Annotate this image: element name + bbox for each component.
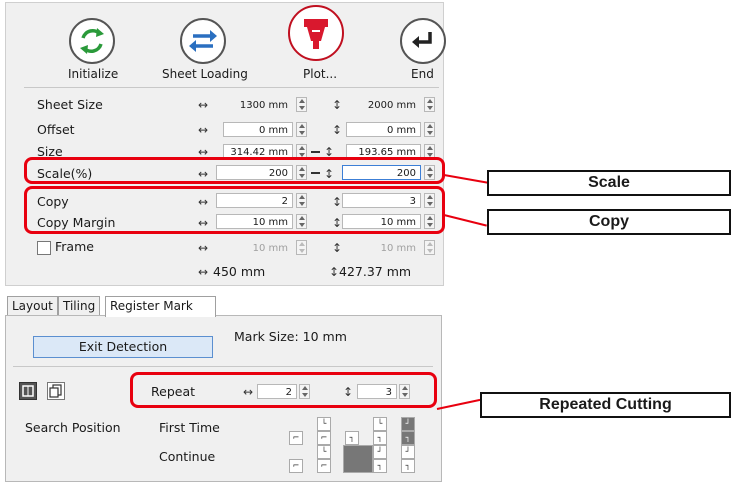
total-width-value: 450 mm [213, 264, 266, 279]
sheet-size-height-field[interactable]: 2000 mm [346, 97, 421, 112]
mark-position-cell-selected[interactable] [343, 445, 373, 473]
initialize-button[interactable] [69, 18, 115, 64]
end-label: End [411, 67, 434, 81]
repeated-cutting-callout: Repeated Cutting [480, 392, 731, 418]
scale-highlight [24, 157, 445, 184]
sheet-size-label: Sheet Size [37, 97, 103, 112]
vertical-arrow-icon: ↕ [332, 241, 343, 255]
horizontal-arrow-icon: ↔ [198, 123, 209, 137]
offset-label: Offset [37, 122, 75, 137]
return-icon [412, 32, 432, 48]
vertical-arrow-icon: ↕ [332, 123, 343, 137]
plot-label: Plot... [303, 67, 338, 81]
offset-y-field[interactable]: 0 mm [346, 122, 421, 137]
offset-x-spinner[interactable] [296, 122, 307, 137]
mark-position-cell[interactable]: ┘ [401, 445, 415, 459]
mark-position-cell[interactable]: └ [317, 417, 331, 431]
register-mark-grid-icon [22, 385, 34, 397]
mark-position-cell[interactable]: ⌐ [289, 431, 303, 445]
copy-pages-icon [49, 384, 62, 398]
mark-mode-button-1[interactable] [19, 382, 37, 400]
tab-tiling[interactable]: Tiling [58, 296, 101, 315]
exit-detection-button[interactable]: Exit Detection [33, 336, 213, 358]
swap-arrows-icon [189, 30, 217, 52]
end-button[interactable] [400, 18, 446, 64]
scale-callout: Scale [487, 170, 731, 196]
horizontal-arrow-icon: ↔ [198, 265, 209, 279]
repeated-cutting-pointer-line [436, 398, 481, 410]
refresh-icon [80, 28, 104, 54]
frame-checkbox[interactable] [37, 241, 51, 255]
offset-y-spinner[interactable] [424, 122, 435, 137]
sheet-loading-button[interactable] [180, 18, 226, 64]
vertical-arrow-icon: ↕ [329, 265, 340, 279]
offset-x-field[interactable]: 0 mm [223, 122, 293, 137]
initialize-label: Initialize [68, 67, 119, 81]
frame-x-field[interactable]: 10 mm [223, 240, 293, 255]
toolbar-divider [24, 87, 439, 88]
mark-position-cell[interactable]: └ [373, 417, 387, 431]
continue-mark-grid[interactable]: ⌐ └ ⌐ ┘ ┐ ┘ ┐ [285, 445, 435, 475]
mark-position-cell[interactable]: ┘ [373, 445, 387, 459]
search-position-label: Search Position [25, 420, 121, 435]
size-link-icon [311, 151, 320, 153]
mark-position-cell[interactable]: ┐ [373, 459, 387, 473]
mark-position-cell-selected[interactable]: ┘ [401, 417, 415, 431]
copy-callout: Copy [487, 209, 731, 235]
plotter-pen-icon [304, 19, 328, 49]
mark-position-cell[interactable]: ⌐ [289, 459, 303, 473]
mark-size-label: Mark Size: 10 mm [234, 329, 347, 344]
tab-register-mark[interactable]: Register Mark [105, 296, 216, 317]
mark-position-cell[interactable]: └ [317, 445, 331, 459]
total-height-value: 427.37 mm [339, 264, 412, 279]
horizontal-arrow-icon: ↔ [198, 98, 209, 112]
mark-position-cell[interactable]: ⌐ [317, 459, 331, 473]
exit-detection-label: Exit Detection [78, 339, 168, 354]
sheet-size-width-field[interactable]: 1300 mm [223, 97, 293, 112]
first-time-label: First Time [159, 420, 220, 435]
frame-label: Frame [55, 239, 94, 254]
mark-position-cell[interactable]: ┐ [373, 431, 387, 445]
frame-y-field[interactable]: 10 mm [346, 240, 421, 255]
section-divider [13, 366, 433, 367]
continue-label: Continue [159, 449, 216, 464]
mark-position-cell[interactable]: ┐ [401, 459, 415, 473]
plot-button[interactable] [288, 5, 344, 61]
tab-layout[interactable]: Layout [7, 296, 58, 315]
horizontal-arrow-icon: ↔ [198, 241, 209, 255]
mark-position-cell[interactable]: ┐ [345, 431, 359, 445]
mark-position-cell-selected[interactable]: ┐ [401, 431, 415, 445]
copy-pointer-line [443, 214, 487, 227]
mark-mode-button-2[interactable] [47, 382, 65, 400]
sheet-size-width-spinner[interactable] [296, 97, 307, 112]
first-time-mark-grid[interactable]: ⌐ └ ⌐ ┐ └ ┐ ┘ ┐ [285, 417, 435, 447]
vertical-arrow-icon: ↕ [332, 98, 343, 112]
mark-position-cell[interactable]: ⌐ [317, 431, 331, 445]
sheet-loading-label: Sheet Loading [162, 67, 248, 81]
scale-pointer-line [443, 174, 488, 184]
frame-x-spinner[interactable] [296, 240, 307, 255]
frame-y-spinner[interactable] [424, 240, 435, 255]
sheet-size-height-spinner[interactable] [424, 97, 435, 112]
copy-highlight [24, 186, 445, 234]
repeat-highlight [130, 372, 437, 408]
plot-settings-panel: Initialize Sheet Loading Plot... End She… [5, 2, 446, 286]
